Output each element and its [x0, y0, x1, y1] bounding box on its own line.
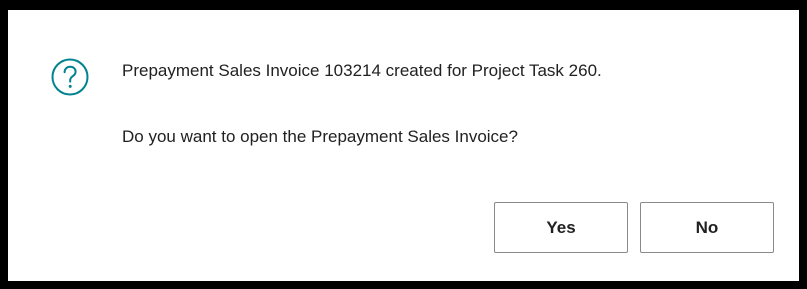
question-mark-circle-icon: [50, 57, 90, 97]
dialog-question: Do you want to open the Prepayment Sales…: [122, 127, 518, 146]
confirmation-dialog: Prepayment Sales Invoice 103214 created …: [8, 10, 799, 281]
yes-button[interactable]: Yes: [494, 202, 628, 253]
dialog-message: Prepayment Sales Invoice 103214 created …: [122, 61, 602, 80]
no-button[interactable]: No: [640, 202, 774, 253]
